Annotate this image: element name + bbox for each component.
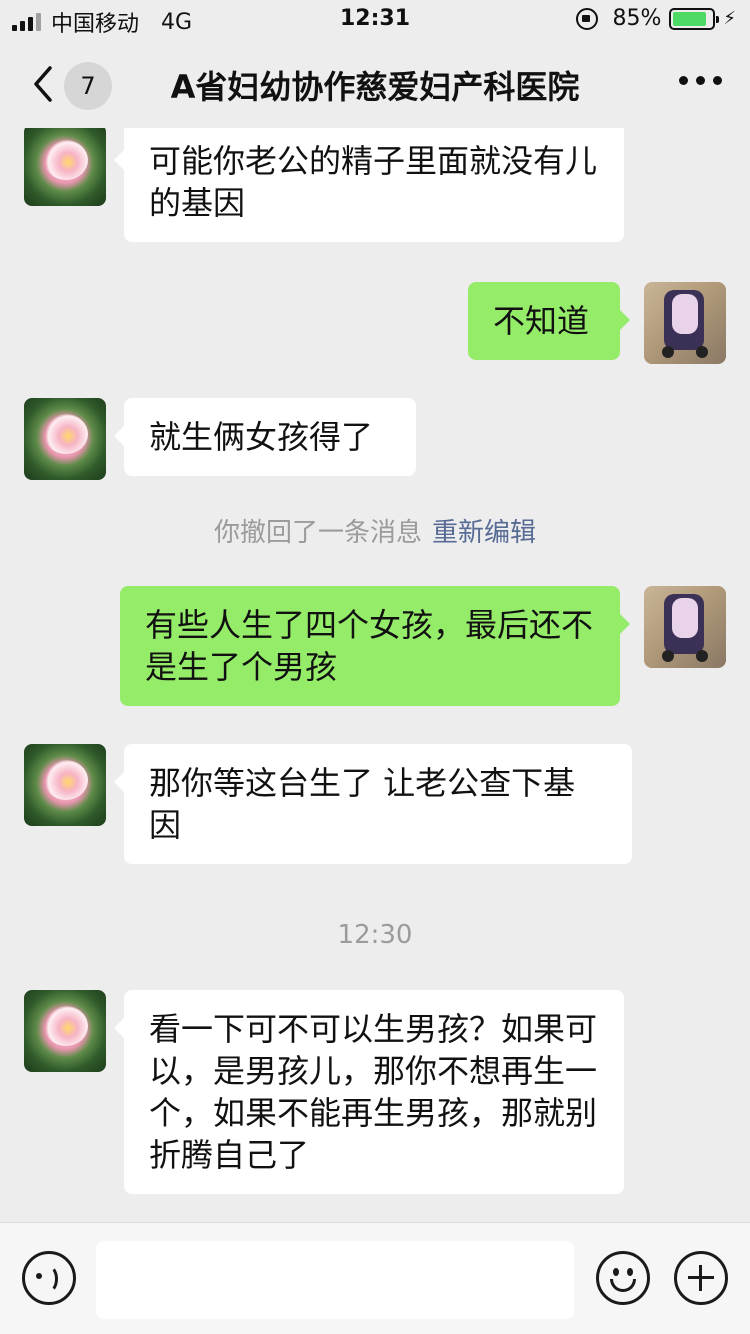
emoji-icon[interactable]: [596, 1251, 650, 1305]
battery-percent: 85%: [612, 6, 662, 31]
input-bar: [0, 1222, 750, 1334]
incoming-message-bubble[interactable]: 可能你老公的精子里面就没有儿的基因: [114, 128, 624, 242]
unread-count-badge[interactable]: 7: [64, 62, 112, 110]
message-row: 可能你老公的精子里面就没有儿的基因: [0, 128, 750, 254]
re-edit-link[interactable]: 重新编辑: [432, 518, 536, 548]
battery-fill: [673, 11, 706, 26]
message-row: 那你等这台生了 让老公查下基因: [0, 744, 750, 868]
message-row: 就生俩女孩得了: [0, 398, 750, 482]
timestamp-label: 12:30: [337, 920, 413, 950]
plus-icon[interactable]: [674, 1251, 728, 1305]
back-button[interactable]: [28, 62, 58, 106]
incoming-message-bubble[interactable]: 就生俩女孩得了: [114, 398, 416, 476]
message-list[interactable]: 可能你老公的精子里面就没有儿的基因 不知道 就生俩女孩得了 你撤回了一条消息 重新…: [0, 128, 750, 1222]
contact-avatar[interactable]: [24, 990, 106, 1072]
status-bar: 中国移动 4G 12:31 85% ⚡: [0, 0, 750, 40]
recall-notice: 你撤回了一条消息 重新编辑: [0, 512, 750, 549]
incoming-message-bubble[interactable]: 那你等这台生了 让老公查下基因: [114, 744, 632, 864]
chat-header: 7 A省妇幼协作慈爱妇产科医院: [0, 40, 750, 128]
status-right: 85% ⚡: [576, 6, 736, 31]
my-avatar[interactable]: [644, 586, 726, 668]
more-button[interactable]: [679, 76, 722, 85]
incoming-message-bubble[interactable]: 看一下可不可以生男孩？如果可以，是男孩儿，那你不想再生一个，如果不能再生男孩，那…: [114, 990, 624, 1194]
charging-icon: ⚡: [723, 8, 736, 29]
outgoing-message-bubble[interactable]: 有些人生了四个女孩，最后还不是生了个男孩: [120, 586, 630, 706]
chevron-left-icon: [34, 66, 52, 102]
more-dots-icon: [679, 76, 688, 85]
chat-title: A省妇幼协作慈爱妇产科医院: [170, 68, 580, 106]
message-row: 不知道: [0, 282, 750, 366]
contact-avatar[interactable]: [24, 744, 106, 826]
message-row: 有些人生了四个女孩，最后还不是生了个男孩: [0, 586, 750, 710]
outgoing-message-bubble[interactable]: 不知道: [468, 282, 630, 360]
message-input[interactable]: [96, 1241, 574, 1319]
my-avatar[interactable]: [644, 282, 726, 364]
contact-avatar[interactable]: [24, 398, 106, 480]
battery-icon: [669, 7, 720, 30]
recall-text: 你撤回了一条消息: [213, 518, 422, 548]
message-row: 看一下可不可以生男孩？如果可以，是男孩儿，那你不想再生一个，如果不能再生男孩，那…: [0, 990, 750, 1200]
voice-icon[interactable]: [22, 1251, 76, 1305]
rotation-lock-icon: [576, 7, 599, 30]
contact-avatar[interactable]: [24, 128, 106, 206]
